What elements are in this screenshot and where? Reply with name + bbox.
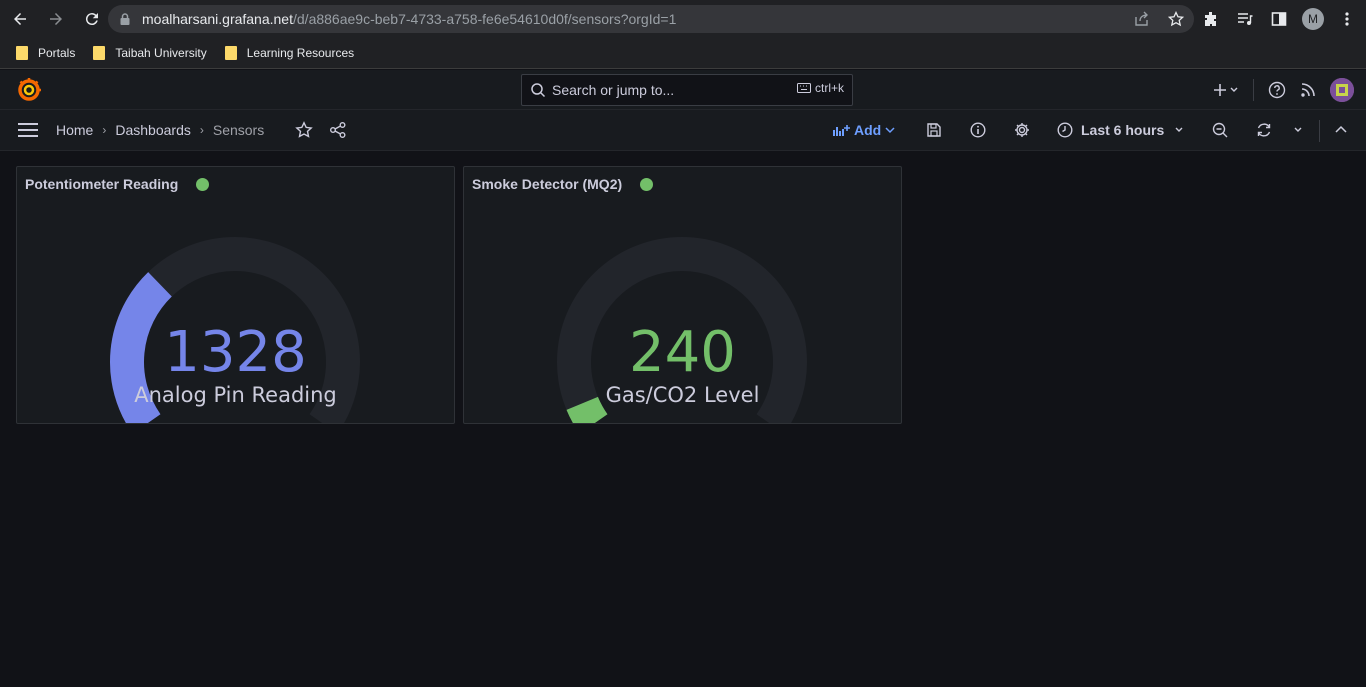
bookmark-star-icon[interactable] [1166,9,1186,29]
add-label: Add [854,122,882,138]
chrome-menu-icon[interactable] [1336,7,1358,31]
keyboard-icon [796,83,811,93]
help-icon[interactable] [1268,81,1286,99]
collapse-chevron-up-icon[interactable] [1332,121,1350,139]
time-range-label: Last 6 hours [1081,122,1165,138]
panel-title: Smoke Detector (MQ2) [472,176,654,192]
bookmarks-bar: Portals Taibah University Learning Resou… [0,38,1366,69]
panel-title-text: Smoke Detector (MQ2) [472,176,623,192]
panel-title: Potentiometer Reading [25,176,210,192]
reload-icon[interactable] [76,3,108,35]
refresh-icon[interactable] [1255,121,1273,139]
bookmark-portals[interactable]: Portals [16,46,75,60]
search-input[interactable]: Search or jump to... ctrl+k [521,74,853,106]
shortcut-label: ctrl+k [814,81,844,95]
folder-icon [93,46,106,60]
add-button[interactable]: Add [832,122,895,138]
dashboard-navbar: Home › Dashboards › Sensors Add Last 6 h… [0,110,1366,151]
share-icon[interactable] [1132,9,1152,29]
folder-icon [16,46,28,60]
breadcrumb-home[interactable]: Home [56,122,93,138]
panel-title-text: Potentiometer Reading [25,176,179,192]
hamburger-menu-icon[interactable] [18,122,38,138]
bookmark-label: Taibah University [115,46,207,60]
bookmark-label: Portals [38,46,76,60]
clock-icon [1057,122,1073,138]
panel-potentiometer[interactable]: Potentiometer Reading 1328 Analog Pin Re… [16,166,455,424]
lock-icon [120,13,130,25]
url-path: /d/a886ae9c-beb7-4733-a758-fe6e54610d0f/… [293,11,677,27]
breadcrumb-dashboards[interactable]: Dashboards [115,122,191,138]
add-panel-icon [833,125,850,136]
search-shortcut: ctrl+k [796,81,844,95]
save-icon[interactable] [925,121,943,139]
gauge-value: 1328 [164,320,307,385]
chevron-down-icon [1175,127,1183,132]
search-icon [531,83,546,98]
chevron-right-icon: › [102,123,107,137]
grafana-logo-icon[interactable] [16,77,42,103]
browser-toolbar: moalharsani.grafana.net/d/a886ae9c-beb7-… [0,0,1366,38]
chevron-down-icon [885,127,895,134]
share-icon[interactable] [329,121,347,139]
refresh-interval-chevron-icon[interactable] [1289,121,1307,139]
grafana-topbar: Search or jump to... ctrl+k [0,70,1366,110]
forward-icon[interactable] [40,3,72,35]
breadcrumb-sensors: Sensors [212,122,265,138]
extensions-icon[interactable] [1200,7,1222,31]
star-icon[interactable] [295,121,313,139]
bookmark-label: Learning Resources [246,46,355,60]
gauge-label: Analog Pin Reading [134,383,337,407]
panel-smoke-detector[interactable]: Smoke Detector (MQ2) 240 Gas/CO2 Level [463,166,902,424]
gauge-label: Gas/CO2 Level [605,383,760,407]
gauge-value: 240 [629,320,736,385]
new-plus-icon[interactable] [1213,82,1239,98]
zoom-out-icon[interactable] [1211,121,1229,139]
divider [1319,120,1320,142]
back-icon[interactable] [4,3,36,35]
divider [1253,79,1254,101]
media-icon[interactable] [1234,7,1256,31]
status-ok-indicator [196,177,210,191]
bookmark-learning-resources[interactable]: Learning Resources [224,46,355,60]
profile-avatar[interactable]: M [1302,8,1324,30]
url-host: moalharsani.grafana.net [142,11,293,27]
news-rss-icon[interactable] [1300,82,1316,98]
status-ok-indicator [640,177,654,191]
info-icon[interactable] [969,121,987,139]
chevron-right-icon: › [199,123,204,137]
user-avatar[interactable] [1330,78,1354,102]
bookmark-taibah-university[interactable]: Taibah University [93,46,207,60]
address-bar[interactable]: moalharsani.grafana.net/d/a886ae9c-beb7-… [108,5,1194,33]
folder-icon [224,46,237,60]
breadcrumb: Home › Dashboards › Sensors [56,122,264,138]
side-panel-icon[interactable] [1268,7,1290,31]
time-range-picker[interactable]: Last 6 hours [1057,122,1186,138]
settings-gear-icon[interactable] [1013,121,1031,139]
search-placeholder: Search or jump to... [552,82,675,98]
